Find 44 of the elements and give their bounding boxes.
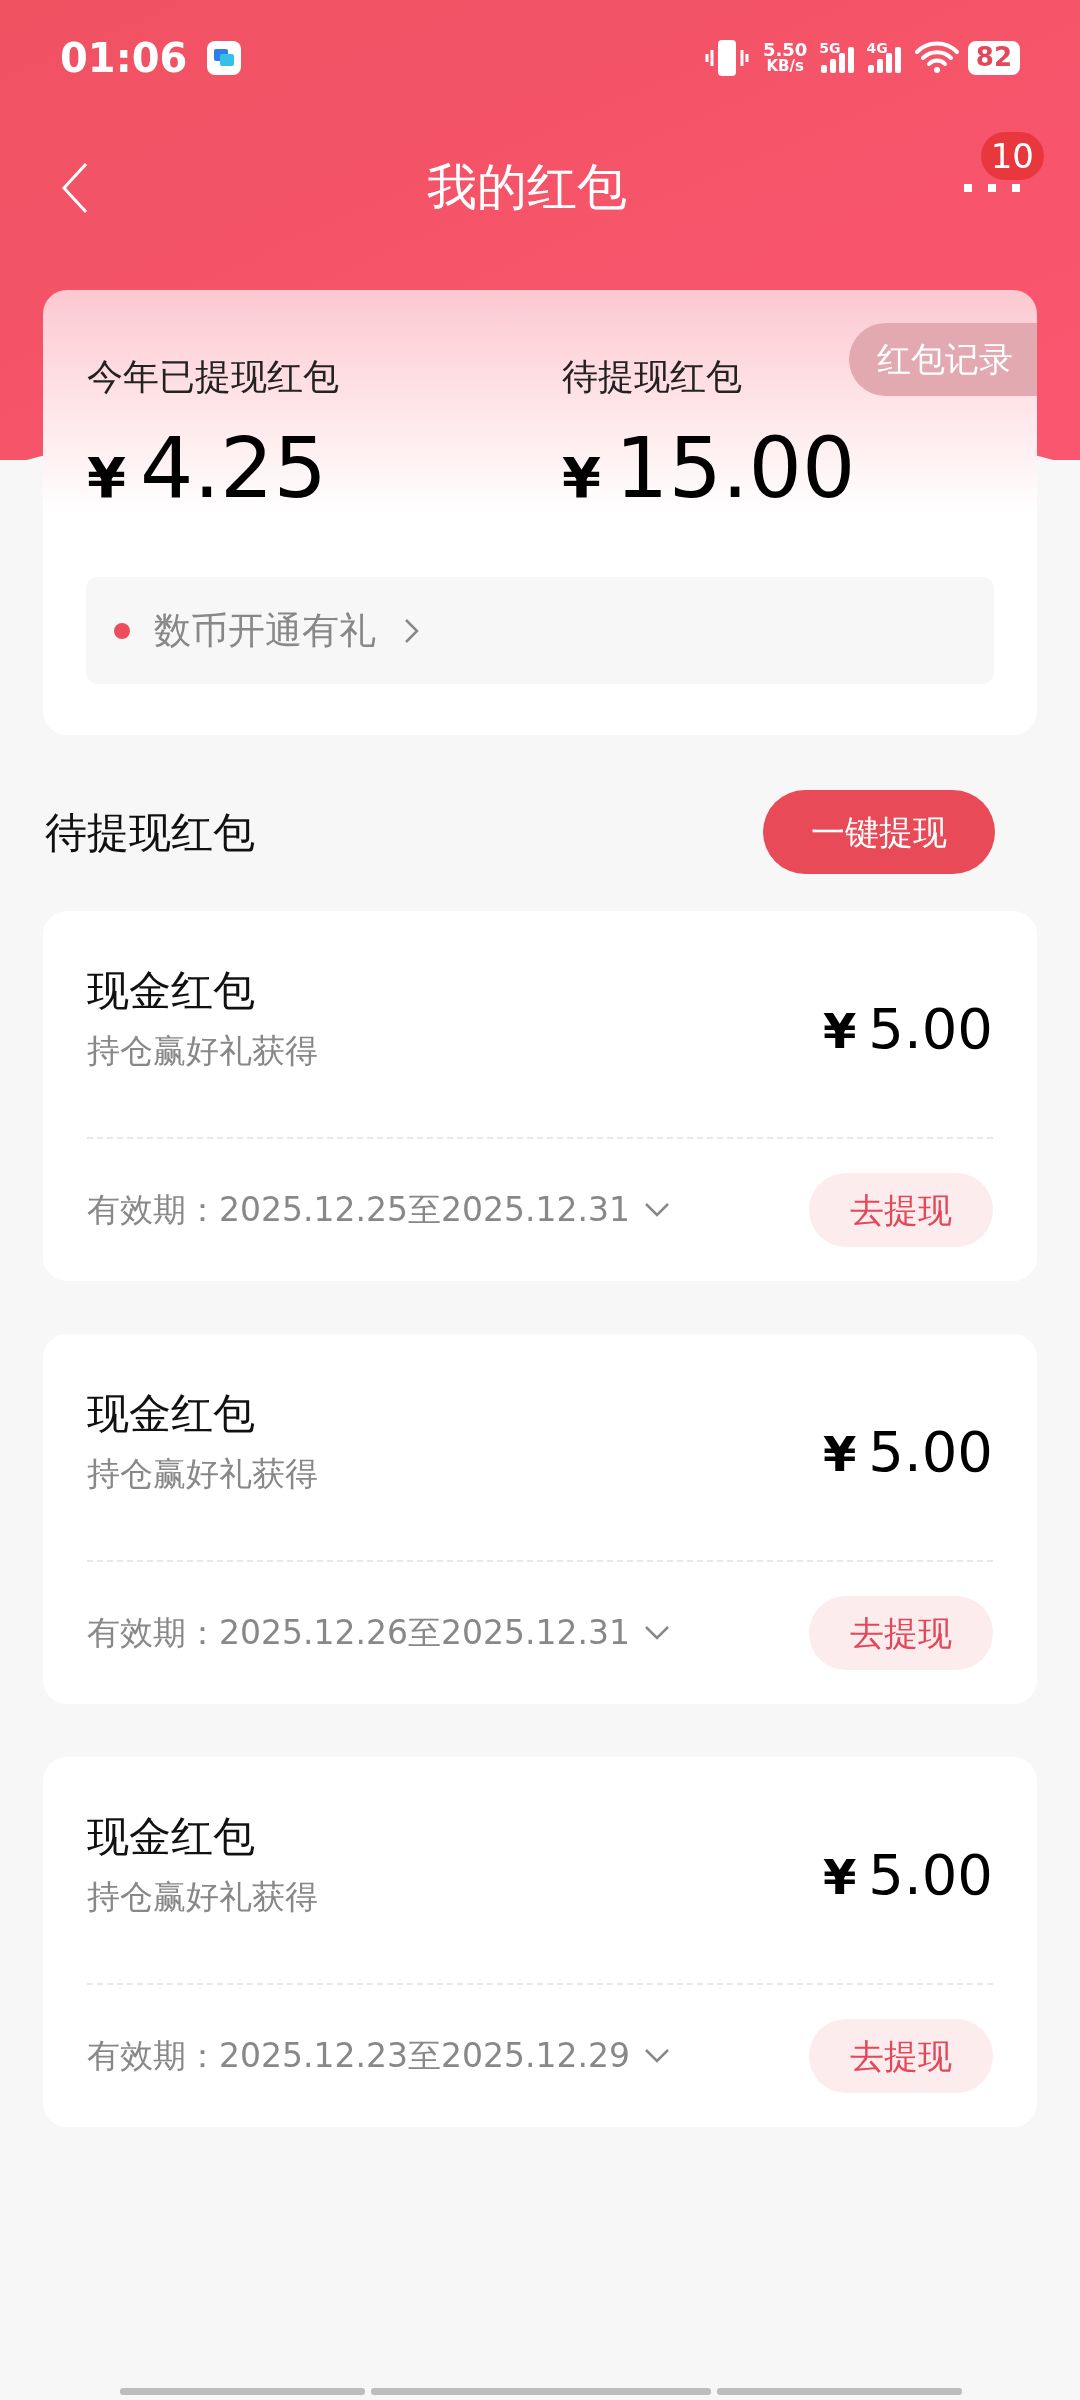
withdraw-all-button[interactable]: 一键提现 [763,790,995,874]
stat-amount: 4.25 [139,426,327,510]
chevron-right-icon [404,617,420,644]
withdraw-button[interactable]: 去提现 [809,1173,993,1247]
promo-bar[interactable]: 数币开通有礼 [86,577,994,684]
validity-period: 有效期：2025.12.25至2025.12.31 [87,1189,630,1232]
currency-symbol: ¥ [87,444,126,512]
network-type: 5G [819,40,841,55]
chevron-down-icon[interactable] [643,1202,670,1218]
packet-amount: 5.00 [868,995,993,1063]
packet-amount: 5.00 [868,1418,993,1486]
withdraw-button[interactable]: 去提现 [809,2019,993,2093]
currency-symbol: ¥ [822,1425,857,1484]
stat-label: 待提现红包 [562,355,743,399]
record-button[interactable]: 红包记录 [849,323,1037,396]
packet-title: 现金红包 [87,1388,256,1440]
wifi-icon [913,39,960,76]
packet-source: 持仓赢好礼获得 [87,1030,318,1072]
network-type: 4G [866,40,888,55]
stat-label: 今年已提现红包 [87,355,340,399]
packet-source: 持仓赢好礼获得 [87,1876,318,1918]
currency-symbol: ¥ [822,1848,857,1907]
packet-amount: 5.00 [868,1841,993,1909]
back-icon[interactable] [60,161,90,214]
section-title: 待提现红包 [45,806,255,859]
vibrate-icon [704,37,749,78]
more-icon[interactable] [964,181,1020,194]
currency-symbol: ¥ [562,444,601,512]
clock: 01:06 [60,33,188,83]
validity-period: 有效期：2025.12.26至2025.12.31 [87,1612,630,1655]
packet-title: 现金红包 [87,965,256,1017]
chevron-down-icon[interactable] [643,2048,670,2064]
stat-amount: 15.00 [614,426,856,510]
withdraw-button[interactable]: 去提现 [809,1596,993,1670]
currency-symbol: ¥ [822,1002,857,1061]
packet-title: 现金红包 [87,1811,256,1863]
packet-source: 持仓赢好礼获得 [87,1453,318,1495]
chevron-down-icon[interactable] [643,1625,670,1641]
validity-period: 有效期：2025.12.23至2025.12.29 [87,2035,630,2078]
speed-unit: KB/s [766,59,804,74]
promo-text: 数币开通有礼 [154,607,376,654]
chat-app-icon [207,40,242,75]
network-speed: 5.50 [762,41,808,59]
page-title: 我的红包 [426,157,628,218]
